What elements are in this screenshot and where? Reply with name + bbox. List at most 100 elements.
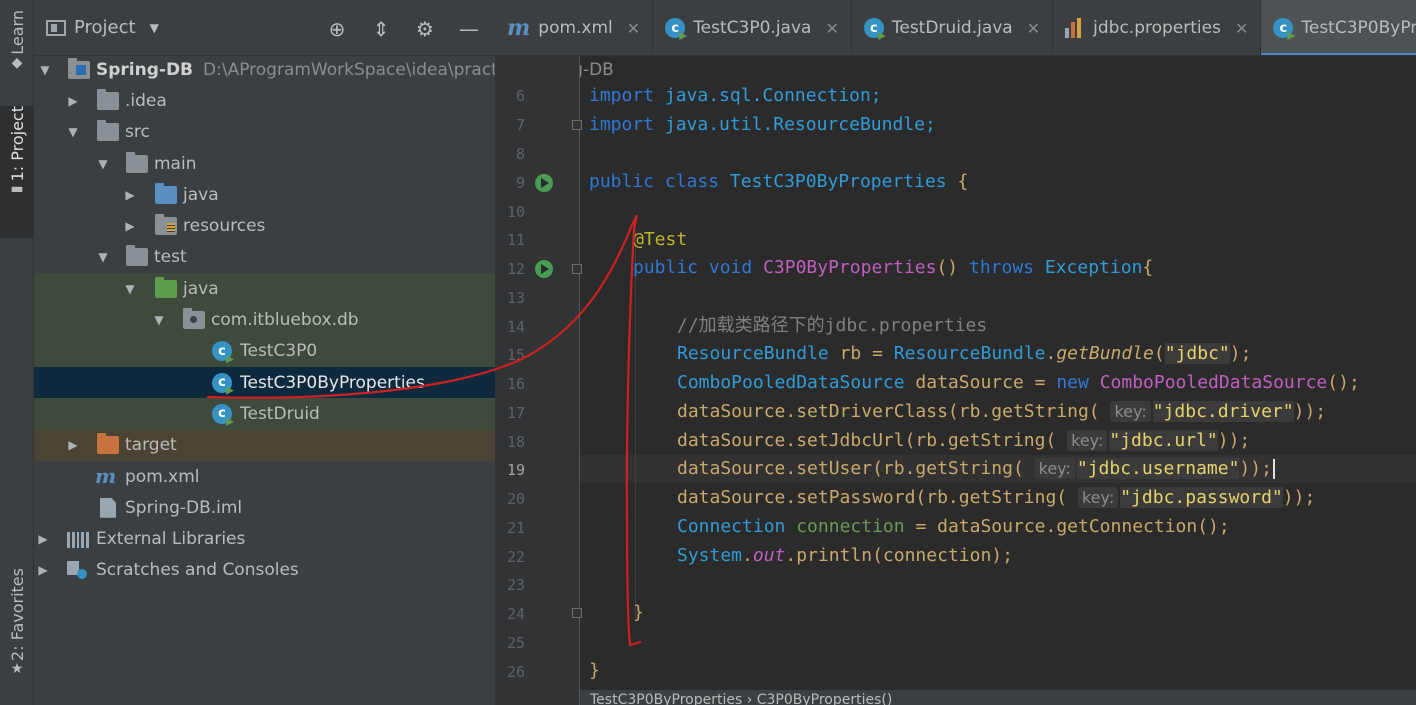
tree-item-resources[interactable]: ▶ resources: [34, 210, 495, 241]
tree-item-test-java[interactable]: ▼ java: [34, 273, 495, 305]
parameter-hint: key:: [1110, 401, 1151, 422]
expand-arrow-icon[interactable]: ▼: [152, 313, 166, 327]
tab-testc3p0byproperties[interactable]: c TestC3P0ByPropert: [1261, 0, 1416, 55]
class-icon: c: [863, 18, 884, 38]
code-line-21: Connection connection = dataSource.getCo…: [677, 516, 1230, 537]
expand-arrow-icon[interactable]: ▶: [123, 219, 137, 233]
project-window-icon: [46, 19, 66, 36]
tree-item-testc3p0byproperties[interactable]: c TestC3P0ByProperties: [34, 366, 495, 399]
gear-icon[interactable]: ⚙: [413, 17, 437, 41]
run-class-icon[interactable]: [535, 174, 553, 192]
line-number: 15: [506, 346, 525, 364]
line-number: 10: [506, 203, 525, 221]
line-number: 8: [515, 145, 525, 163]
close-icon[interactable]: ✕: [825, 19, 838, 38]
tree-item-scratches[interactable]: ▶ Scratches and Consoles: [34, 555, 495, 586]
tree-item-spring-db[interactable]: ▼ Spring-DB D:\AProgramWorkSpace\idea\pra…: [34, 54, 614, 85]
expand-arrow-icon[interactable]: ▼: [123, 282, 137, 296]
tree-item-testdruid[interactable]: c TestDruid: [34, 398, 495, 430]
line-number: 22: [506, 548, 525, 566]
line-number: 6: [515, 87, 525, 105]
tree-item-main-java[interactable]: ▶ java: [34, 179, 495, 210]
close-icon[interactable]: ✕: [1235, 19, 1248, 38]
tab-testdruid[interactable]: c TestDruid.java ✕: [852, 0, 1054, 55]
parameter-hint: key:: [1067, 430, 1108, 451]
tree-item-testc3p0[interactable]: c TestC3P0: [34, 335, 495, 367]
line-number: 25: [506, 634, 525, 652]
tab-label: pom.xml: [538, 18, 613, 38]
expand-arrow-icon[interactable]: ▶: [36, 563, 50, 577]
line-number: 24: [506, 605, 525, 623]
code-editor[interactable]: import java.sql.Connection; import java.…: [580, 56, 1416, 705]
tree-item-label: pom.xml: [125, 466, 200, 487]
tree-item-external-libraries[interactable]: ▶ External Libraries: [34, 523, 495, 554]
code-line-18: dataSource.setJdbcUrl(rb.getString( key:…: [677, 430, 1251, 451]
collapse-all-icon[interactable]: ⇕: [369, 17, 393, 41]
expand-arrow-icon[interactable]: ▶: [66, 438, 80, 452]
resources-folder-icon: [155, 214, 177, 236]
parameter-hint: key:: [1034, 458, 1075, 479]
tree-item-label: TestC3P0: [240, 341, 318, 362]
editor-breadcrumb[interactable]: TestC3P0ByProperties › C3P0ByProperties(…: [580, 690, 1416, 705]
learn-tab-label: Learn: [7, 10, 27, 55]
editor-gutter: 6 7 8 9 10 11 12 13 14 15 16 17 18 19 20…: [495, 56, 582, 705]
tab-jdbc-properties[interactable]: jdbc.properties ✕: [1053, 0, 1262, 55]
tree-item-package[interactable]: ▼ com.itbluebox.db: [34, 304, 495, 336]
expand-arrow-icon[interactable]: ▶: [123, 188, 137, 202]
scratches-icon: [67, 561, 87, 580]
tool-window-strip: Learn ◆ 1: Project ▬ 2: Favorites ★: [0, 0, 34, 705]
close-icon[interactable]: ✕: [627, 19, 640, 38]
source-folder-icon: [155, 182, 177, 204]
tree-item-src[interactable]: ▼ src: [34, 117, 495, 148]
tree-item-idea[interactable]: ▶ .idea: [34, 85, 495, 116]
line-number: 21: [506, 519, 525, 537]
folder-icon: [97, 88, 119, 110]
run-test-icon[interactable]: [535, 260, 553, 278]
tab-label: TestDruid.java: [891, 18, 1013, 38]
folder-icon: [126, 245, 148, 267]
tree-item-test[interactable]: ▼ test: [34, 242, 495, 273]
code-line-11: @Test: [633, 229, 688, 250]
maven-icon: m: [507, 15, 531, 41]
expand-arrow-icon[interactable]: ▼: [66, 125, 80, 139]
tab-pom-xml[interactable]: m pom.xml ✕: [495, 0, 654, 55]
code-line-17: dataSource.setDriverClass(rb.getString( …: [677, 401, 1327, 422]
line-number: 7: [515, 116, 525, 134]
minimize-icon[interactable]: —: [457, 17, 481, 41]
project-tree: ▼ Spring-DB D:\AProgramWorkSpace\idea\pra…: [34, 54, 614, 586]
properties-icon: [1065, 18, 1085, 38]
editor-tabs: m pom.xml ✕ c TestC3P0.java ✕ c TestDrui…: [495, 0, 1416, 56]
favorites-tab-label: 2: Favorites: [7, 568, 27, 661]
test-folder-icon: [155, 276, 177, 298]
expand-arrow-icon[interactable]: ▼: [96, 157, 110, 171]
line-number: 20: [506, 490, 525, 508]
code-line-12: public void C3P0ByProperties() throws Ex…: [633, 257, 1154, 278]
project-view-selector[interactable]: Project ▼: [46, 17, 159, 38]
tree-item-pom[interactable]: m pom.xml: [34, 461, 495, 492]
project-panel-toolbar: ⊕ ⇕ ⚙ —: [325, 17, 481, 41]
tab-testc3p0[interactable]: c TestC3P0.java ✕: [653, 0, 852, 55]
locate-file-icon[interactable]: ⊕: [325, 17, 349, 41]
project-tool-tab[interactable]: 1: Project ▬: [0, 106, 34, 238]
parameter-hint: key:: [1077, 487, 1119, 508]
expand-arrow-icon[interactable]: ▶: [36, 532, 50, 546]
tree-item-target[interactable]: ▶ target: [34, 429, 495, 461]
expand-arrow-icon[interactable]: ▼: [38, 63, 52, 77]
tree-item-label: External Libraries: [96, 529, 246, 550]
favorites-tool-tab[interactable]: 2: Favorites ★: [0, 568, 34, 702]
star-icon: ★: [10, 660, 24, 677]
code-line-16: ComboPooledDataSource dataSource = new C…: [677, 372, 1360, 393]
tree-item-main[interactable]: ▼ main: [34, 148, 495, 179]
excluded-folder-icon: [97, 433, 119, 455]
library-icon: [67, 530, 89, 549]
tree-item-label: Scratches and Consoles: [96, 560, 299, 581]
tree-item-label: com.itbluebox.db: [211, 310, 359, 331]
tree-item-label: .idea: [125, 90, 167, 111]
code-line-14: //加载类路径下的jdbc.properties: [677, 315, 988, 336]
close-icon[interactable]: ✕: [1027, 19, 1040, 38]
folder-icon: ▬: [10, 181, 24, 198]
expand-arrow-icon[interactable]: ▶: [66, 94, 80, 108]
learn-tool-tab[interactable]: Learn ◆: [0, 10, 34, 102]
expand-arrow-icon[interactable]: ▼: [96, 250, 110, 264]
tree-item-iml[interactable]: Spring-DB.iml: [34, 492, 495, 523]
